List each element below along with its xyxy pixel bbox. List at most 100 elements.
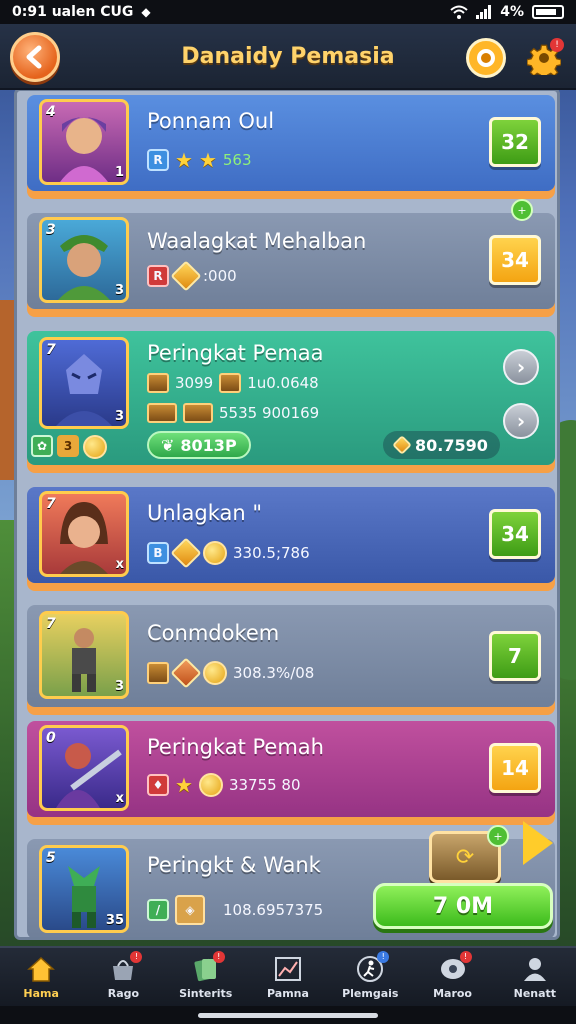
page-title: Danaidy Pemasia <box>181 43 395 69</box>
cards-icon: ! <box>191 950 225 983</box>
tag-badge: 3 <box>57 435 79 457</box>
score-badge[interactable]: 7 <box>489 631 541 681</box>
player-name: Peringkt & Wank <box>147 853 321 877</box>
player-stats: / ◈ 108.6957375 <box>147 895 323 925</box>
shield-icon: ◈ <box>175 895 205 925</box>
gem-icon <box>170 657 202 689</box>
stat-value: 5535 900169 <box>219 404 320 422</box>
score-badge[interactable]: 32 <box>489 117 541 167</box>
avatar: 3 3 <box>39 217 129 303</box>
nav-label: Sinterits <box>179 986 233 1000</box>
notification-badge: ! <box>459 950 472 963</box>
rank-number: 7 <box>46 616 56 632</box>
player-stats: R :000 <box>147 260 237 292</box>
wifi-icon <box>450 5 468 19</box>
leaf-badge: ✿ <box>31 435 53 457</box>
play-icon[interactable] <box>523 821 553 865</box>
rank-number: 0 <box>46 730 56 746</box>
chest-badge: + <box>487 825 509 847</box>
list-item[interactable]: 0 x Peringkat Pemah ♦ ★ 33755 80 14 <box>27 721 555 817</box>
player-stats: 308.3%/08 <box>147 657 315 689</box>
class-badge: R <box>147 149 169 171</box>
player-name: Peringkat Pemaa <box>147 341 324 365</box>
player-name: Conmdokem <box>147 621 280 645</box>
system-home-bar <box>0 1006 576 1024</box>
coin-icon <box>203 541 227 565</box>
level-number: 3 <box>114 679 124 694</box>
star-icon: ★ <box>198 148 217 172</box>
score-badge[interactable]: 34 <box>489 509 541 559</box>
gold-value: 80.7590 <box>415 435 488 455</box>
player-name: Peringkat Pemah <box>147 735 324 759</box>
target-icon <box>477 49 495 67</box>
nav-label: Rago <box>107 986 140 1000</box>
list-item[interactable]: 3 3 Waalagkat Mehalban R :000 + 34 <box>27 199 555 309</box>
player-stats: B 330.5;786 <box>147 537 310 569</box>
score-badge[interactable]: 14 <box>489 743 541 793</box>
stat-value: 1u0.0648 <box>247 374 319 392</box>
level-number: 35 <box>105 913 124 928</box>
leaderboard-list[interactable]: 4 1 Ponnam Oul R ★ ★ 563 32 3 3 Waalagka… <box>14 88 560 940</box>
score-badge[interactable]: 34 <box>489 235 541 285</box>
player-stats: R ★ ★ 563 <box>147 149 252 171</box>
runner-icon: ! <box>355 950 390 983</box>
gem-icon <box>170 260 202 292</box>
avatar: 7 3 <box>39 611 129 699</box>
bonus-badge: + <box>511 199 533 221</box>
nav-label: Maroo <box>433 986 472 1000</box>
chart-icon <box>273 955 303 983</box>
avatar: 7 3 <box>39 337 129 429</box>
stat-value: 330.5;786 <box>233 544 310 562</box>
list-item[interactable]: 7 3 ✿ 3 Peringkat Pemaa 3099 1u0.0648 55… <box>27 331 555 465</box>
rank-number: 7 <box>46 496 56 512</box>
class-badge: B <box>147 542 169 564</box>
sword-badge: / <box>147 899 169 921</box>
nav-cards[interactable]: ! Sinterits <box>165 948 247 1006</box>
avatar: 5 35 <box>39 845 129 933</box>
nav-shop[interactable]: ! Rago <box>82 948 164 1006</box>
nav-profile[interactable]: Nenatt <box>494 948 576 1006</box>
level-number: 1 <box>114 165 124 180</box>
list-item[interactable]: 5 35 Peringkt & Wank / ◈ 108.6957375 ⟳ +… <box>27 821 555 937</box>
nav-home[interactable]: Hama <box>0 948 82 1006</box>
settings-button[interactable]: ! <box>524 38 564 78</box>
nav-label: Pamna <box>267 986 309 1000</box>
home-indicator[interactable] <box>198 1013 378 1018</box>
home-icon <box>26 955 56 983</box>
player-name: Waalagkat Mehalban <box>147 229 367 253</box>
player-stats-secondary: 5535 900169 <box>147 403 319 423</box>
player-stats: ♦ ★ 33755 80 <box>147 773 301 797</box>
player-name: Unlagkan " <box>147 501 263 525</box>
stat-value: 33755 80 <box>228 776 301 794</box>
nav-stats[interactable]: Pamna <box>247 948 329 1006</box>
coin-icon <box>198 773 223 797</box>
coin-icon <box>203 661 227 685</box>
back-arrow-icon <box>26 45 42 69</box>
stat-value: 308.3%/08 <box>233 664 315 682</box>
rank-number: 4 <box>46 104 56 120</box>
list-item[interactable]: 7 x Unlagkan " B 330.5;786 34 <box>27 487 555 583</box>
list-item[interactable]: 7 3 Conmdokem 308.3%/08 7 <box>27 605 555 707</box>
expand-arrow-button[interactable]: › <box>503 349 539 385</box>
nav-label: Hama <box>23 986 59 1000</box>
avatar: 0 x <box>39 725 129 811</box>
target-button[interactable] <box>466 38 506 78</box>
expand-arrow-button[interactable]: › <box>503 403 539 439</box>
claim-button[interactable]: 7 0M <box>373 883 553 929</box>
player-name: Ponnam Oul <box>147 109 275 133</box>
rank-number: 5 <box>46 850 56 866</box>
back-button[interactable] <box>10 32 60 82</box>
nav-players[interactable]: ! Plemgais <box>329 948 411 1006</box>
notification-icon: ◆ <box>141 5 151 19</box>
player-stats-primary: 3099 1u0.0648 <box>147 373 319 393</box>
class-badge: ♦ <box>147 774 169 796</box>
nav-chat[interactable]: ! Maroo <box>411 948 493 1006</box>
battery-percent: 4% <box>500 4 524 20</box>
list-item[interactable]: 4 1 Ponnam Oul R ★ ★ 563 32 <box>27 95 555 191</box>
reward-pill[interactable]: ❦ 8013P <box>147 431 251 459</box>
hero-tags: ✿ 3 <box>31 435 107 459</box>
crate-icon <box>147 403 177 423</box>
signal-icon <box>476 5 492 19</box>
chevron-right-icon: › <box>516 409 526 433</box>
crate-icon <box>147 662 169 684</box>
